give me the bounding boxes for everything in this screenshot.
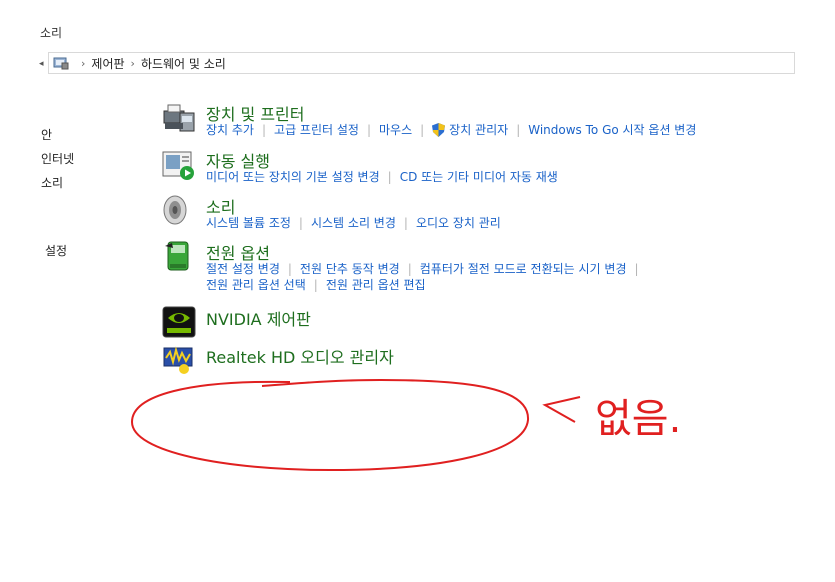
annotation-text: 없음. — [595, 396, 681, 442]
annotation-overlay: 없음. — [130, 378, 681, 472]
annotation-arrow — [542, 396, 581, 423]
annotation-ellipse — [130, 378, 530, 472]
